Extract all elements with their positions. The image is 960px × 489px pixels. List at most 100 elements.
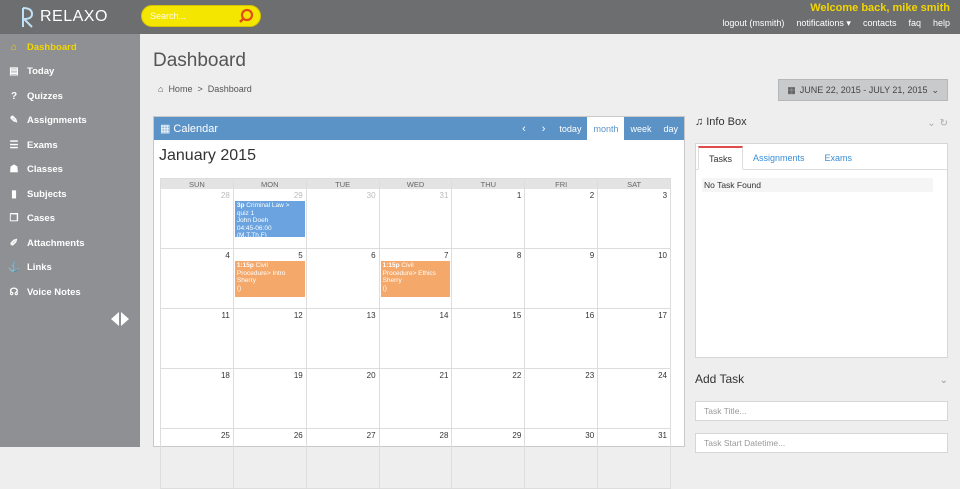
sidebar-item-label: Subjects	[27, 188, 67, 200]
today-button[interactable]: today	[553, 117, 587, 140]
month-view-button[interactable]: month	[587, 117, 625, 140]
event-schedule: 04:45-06:00 (M,T,Th,F)	[236, 224, 272, 238]
chevron-down-icon: ⌄	[931, 84, 939, 95]
sidebar: ⌂ Dashboard ▤ Today ? Quizzes ✎ Assignments …	[0, 34, 140, 447]
sidebar-toggle-icon[interactable]	[110, 312, 130, 326]
calendar-day[interactable]: 19	[234, 369, 307, 428]
calendar-day[interactable]: 8	[452, 249, 526, 308]
calendar-event[interactable]: 3p Criminal Law > quiz 1 John Doeh 04:45-0…	[234, 201, 305, 238]
faq-link[interactable]: faq	[908, 18, 921, 29]
calendar-day[interactable]: 27	[307, 429, 380, 488]
calendar-day[interactable]: 17	[598, 309, 672, 368]
calendar-icon: ▦	[787, 84, 796, 95]
refresh-icon[interactable]: ↻	[940, 118, 948, 129]
help-link[interactable]: help	[933, 18, 950, 29]
sidebar-item-label: Voice Notes	[27, 286, 81, 298]
calendar-event[interactable]: 1:15p Civil Procedure> Intro Sherry()	[234, 261, 305, 297]
day-number: 4	[225, 251, 230, 260]
event-schedule: ()	[236, 284, 242, 292]
prev-month-button[interactable]: ‹	[514, 117, 534, 140]
notifications-dropdown[interactable]: notifications ▾	[796, 18, 851, 29]
breadcrumb-home[interactable]: Home	[168, 84, 192, 94]
search-icon[interactable]	[238, 8, 254, 24]
sidebar-item-classes[interactable]: ☗ Classes	[0, 158, 140, 183]
calendar-day[interactable]: 29	[452, 429, 526, 488]
sidebar-item-exams[interactable]: ☰ Exams	[0, 133, 140, 158]
calendar-day[interactable]: 22	[452, 369, 526, 428]
calendar-day[interactable]: 28	[380, 429, 453, 488]
sidebar-item-today[interactable]: ▤ Today	[0, 60, 140, 85]
welcome-text: Welcome back, mike smith	[810, 2, 950, 14]
sidebar-item-cases[interactable]: ❐ Cases	[0, 207, 140, 232]
calendar-day[interactable]: 26	[234, 429, 307, 488]
weekday-header: SUN MON TUE WED THU FRI SAT	[161, 178, 672, 189]
main-content: Dashboard ⌂ Home > Dashboard ▦ JUNE 22, …	[140, 34, 960, 489]
breadcrumb: ⌂ Home > Dashboard	[158, 84, 252, 94]
weekday-label: SAT	[598, 179, 672, 189]
day-view-button[interactable]: day	[657, 117, 684, 140]
calendar-day[interactable]: 30	[525, 429, 599, 488]
sidebar-item-subjects[interactable]: ▮ Subjects	[0, 182, 140, 207]
sidebar-item-label: Quizzes	[27, 90, 63, 102]
add-task-panel: Add Task ⌄ Task Title... Task Start Date…	[695, 372, 948, 453]
calendar-day[interactable]: 25	[161, 429, 234, 488]
calendar-day[interactable]: 9	[525, 249, 599, 308]
tab-assignments[interactable]: Assignments	[743, 146, 815, 169]
calendar-day[interactable]: 31	[380, 189, 453, 248]
calendar-day[interactable]: 20	[307, 369, 380, 428]
logo-icon	[21, 7, 34, 28]
sidebar-item-attachments[interactable]: ✐ Attachments	[0, 231, 140, 256]
collapse-icon[interactable]: ⌄	[927, 118, 935, 129]
calendar-day[interactable]: 5 1:15p Civil Procedure> Intro Sherry()	[234, 249, 307, 308]
task-title-input[interactable]: Task Title...	[695, 401, 948, 421]
calendar-day[interactable]: 28	[161, 189, 234, 248]
tab-tasks[interactable]: Tasks	[698, 146, 744, 170]
event-instructor: John Doeh	[236, 217, 269, 224]
task-start-input[interactable]: Task Start Datetime...	[695, 433, 948, 453]
logo[interactable]: RELAXO	[20, 4, 108, 30]
calendar-day[interactable]: 6	[307, 249, 380, 308]
date-range-picker[interactable]: ▦ JUNE 22, 2015 - JULY 21, 2015 ⌄	[778, 79, 948, 101]
calendar-day[interactable]: 10	[598, 249, 672, 308]
calendar-day[interactable]: 11	[161, 309, 234, 368]
add-task-title: Add Task	[695, 372, 745, 386]
calendar-day[interactable]: 3	[598, 189, 672, 248]
calendar-day[interactable]: 7 1:15p Civil Procedure> Ethics Sherry()	[380, 249, 453, 308]
sidebar-item-quizzes[interactable]: ? Quizzes	[0, 84, 140, 109]
day-number: 17	[658, 311, 668, 320]
tab-exams[interactable]: Exams	[815, 146, 863, 169]
calendar-event[interactable]: 1:15p Civil Procedure> Ethics Sherry()	[380, 261, 451, 297]
day-number: 25	[220, 431, 230, 440]
sidebar-item-links[interactable]: ⚓ Links	[0, 256, 140, 281]
calendar-day[interactable]: 12	[234, 309, 307, 368]
calendar-day[interactable]: 18	[161, 369, 234, 428]
contacts-link[interactable]: contacts	[863, 18, 897, 29]
week-view-button[interactable]: week	[624, 117, 657, 140]
sidebar-item-dashboard[interactable]: ⌂ Dashboard	[0, 35, 140, 60]
calendar-day[interactable]: 24	[598, 369, 672, 428]
calendar-day[interactable]: 2	[525, 189, 599, 248]
calendar-day[interactable]: 4	[161, 249, 234, 308]
sidebar-item-voice-notes[interactable]: ☊ Voice Notes	[0, 280, 140, 305]
day-number: 26	[293, 431, 303, 440]
month-title: January 2015	[159, 147, 256, 164]
search-box	[141, 5, 261, 27]
search-input[interactable]	[150, 9, 238, 23]
calendar-day[interactable]: 1	[452, 189, 526, 248]
calendar-day[interactable]: 29 3p Criminal Law > quiz 1 John Doeh 04:45…	[234, 189, 307, 248]
info-box-title-text: Info Box	[706, 116, 747, 128]
sidebar-item-assignments[interactable]: ✎ Assignments	[0, 109, 140, 134]
anchor-icon: ⚓	[7, 262, 21, 274]
calendar-day[interactable]: 15	[452, 309, 526, 368]
calendar-day[interactable]: 23	[525, 369, 599, 428]
calendar-day[interactable]: 30	[307, 189, 380, 248]
next-month-button[interactable]: ›	[534, 117, 554, 140]
calendar-day[interactable]: 14	[380, 309, 453, 368]
calendar-day[interactable]: 21	[380, 369, 453, 428]
chevron-down-icon[interactable]: ⌄	[940, 375, 948, 386]
calendar-day[interactable]: 16	[525, 309, 599, 368]
logout-link[interactable]: logout (msmith)	[722, 18, 784, 29]
calendar-day[interactable]: 13	[307, 309, 380, 368]
headphones-icon: ☊	[9, 286, 19, 298]
calendar-day[interactable]: 31	[598, 429, 672, 488]
